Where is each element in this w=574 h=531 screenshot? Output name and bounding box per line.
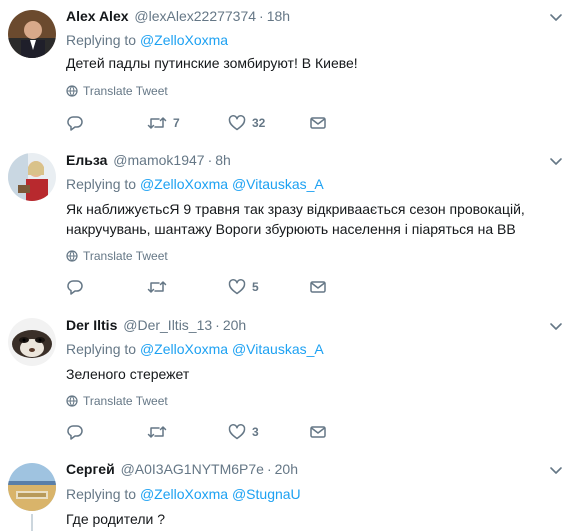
retweet-icon (147, 423, 167, 441)
reply-icon (66, 114, 84, 132)
replying-to-label: Replying to (66, 176, 137, 192)
reply-button[interactable] (66, 113, 90, 133)
envelope-icon (309, 423, 327, 441)
avatar[interactable] (8, 318, 56, 366)
globe-icon (66, 85, 78, 97)
avatar[interactable] (8, 10, 56, 58)
translate-tweet-link[interactable]: Translate Tweet (66, 249, 168, 263)
separator-dot: · (266, 461, 272, 477)
tweet-time[interactable]: 20h (275, 461, 298, 477)
heart-icon (228, 423, 246, 441)
avatar[interactable] (8, 463, 56, 511)
tweet-time[interactable]: 20h (223, 317, 246, 333)
tweet-text: Як наближуєтьсЯ 9 травня так зразу відкр… (66, 201, 525, 237)
tweet-text: Зеленого стережет (66, 366, 190, 382)
like-button[interactable]: 5 (228, 277, 259, 297)
reply-button[interactable] (66, 422, 90, 442)
retweet-button[interactable] (147, 422, 173, 442)
retweet-icon (147, 278, 167, 296)
chevron-down-icon[interactable] (548, 462, 564, 478)
tweet[interactable]: Alex Alex @lexAlex22277374 · 18h Replying … (0, 0, 574, 145)
globe-icon (66, 395, 78, 407)
retweet-icon (147, 114, 167, 132)
like-count: 5 (252, 280, 259, 294)
author-name[interactable]: Ельза (66, 152, 107, 168)
retweet-button[interactable]: 7 (147, 113, 180, 133)
mention-link[interactable]: @ZelloXoxma (140, 176, 228, 192)
separator-dot: · (215, 317, 220, 333)
tweet-time[interactable]: 18h (267, 8, 290, 24)
mention-link[interactable]: @ZelloXoxma (140, 32, 228, 48)
like-button[interactable]: 3 (228, 422, 259, 442)
like-button[interactable]: 32 (228, 113, 265, 133)
like-count: 32 (252, 116, 266, 130)
mention-link[interactable]: @Vitauskas_A (232, 176, 324, 192)
author-handle[interactable]: @mamok1947 (113, 152, 204, 168)
tweet[interactable]: Сергей @A0I3AG1NYTM6P7e · 20h Replying to … (0, 454, 574, 531)
retweet-count: 7 (173, 116, 180, 130)
translate-label: Translate Tweet (83, 249, 168, 263)
mention-link[interactable]: @StugnaU (232, 486, 301, 502)
mention-link[interactable]: @ZelloXoxma (140, 486, 228, 502)
retweet-button[interactable] (147, 277, 173, 297)
reply-icon (66, 278, 84, 296)
separator-dot: · (259, 8, 264, 24)
chevron-down-icon[interactable] (548, 9, 564, 25)
author-name[interactable]: Alex Alex (66, 8, 129, 24)
replying-to-label: Replying to (66, 486, 137, 502)
reply-icon (66, 423, 84, 441)
like-count: 3 (252, 425, 259, 439)
envelope-icon (309, 278, 327, 296)
mention-link[interactable]: @Vitauskas_A (232, 341, 324, 357)
reply-button[interactable] (66, 277, 90, 297)
translate-label: Translate Tweet (83, 394, 168, 408)
mention-link[interactable]: @ZelloXoxma (140, 341, 228, 357)
chevron-down-icon[interactable] (548, 318, 564, 334)
direct-message-button[interactable] (309, 422, 327, 442)
author-name[interactable]: Сергей (66, 461, 115, 477)
tweet-time[interactable]: 8h (215, 152, 231, 168)
heart-icon (228, 114, 246, 132)
heart-icon (228, 278, 246, 296)
replying-to-label: Replying to (66, 341, 137, 357)
avatar[interactable] (8, 153, 56, 201)
separator-dot: · (207, 152, 213, 168)
tweet[interactable]: Ельза @mamok1947 · 8h Replying to @ZelloXo… (0, 144, 574, 310)
tweet-text: Детей падлы путинские зомбируют! В Киеве… (66, 55, 358, 71)
author-handle[interactable]: @lexAlex22277374 (134, 8, 256, 24)
author-name[interactable]: Der Iltis (66, 317, 117, 333)
direct-message-button[interactable] (309, 277, 327, 297)
chevron-down-icon[interactable] (548, 153, 564, 169)
author-handle[interactable]: @Der_Iltis_13 (123, 317, 212, 333)
tweet-text: Где родители ? (66, 511, 165, 527)
author-handle[interactable]: @A0I3AG1NYTM6P7e (121, 461, 264, 477)
translate-tweet-link[interactable]: Translate Tweet (66, 84, 168, 98)
globe-icon (66, 250, 78, 262)
translate-tweet-link[interactable]: Translate Tweet (66, 394, 168, 408)
envelope-icon (309, 114, 327, 132)
replying-to-label: Replying to (66, 32, 137, 48)
tweet[interactable]: Der Iltis @Der_Iltis_13 · 20h Replying to … (0, 309, 574, 455)
direct-message-button[interactable] (309, 113, 327, 133)
thread-line (31, 514, 33, 531)
translate-label: Translate Tweet (83, 84, 168, 98)
